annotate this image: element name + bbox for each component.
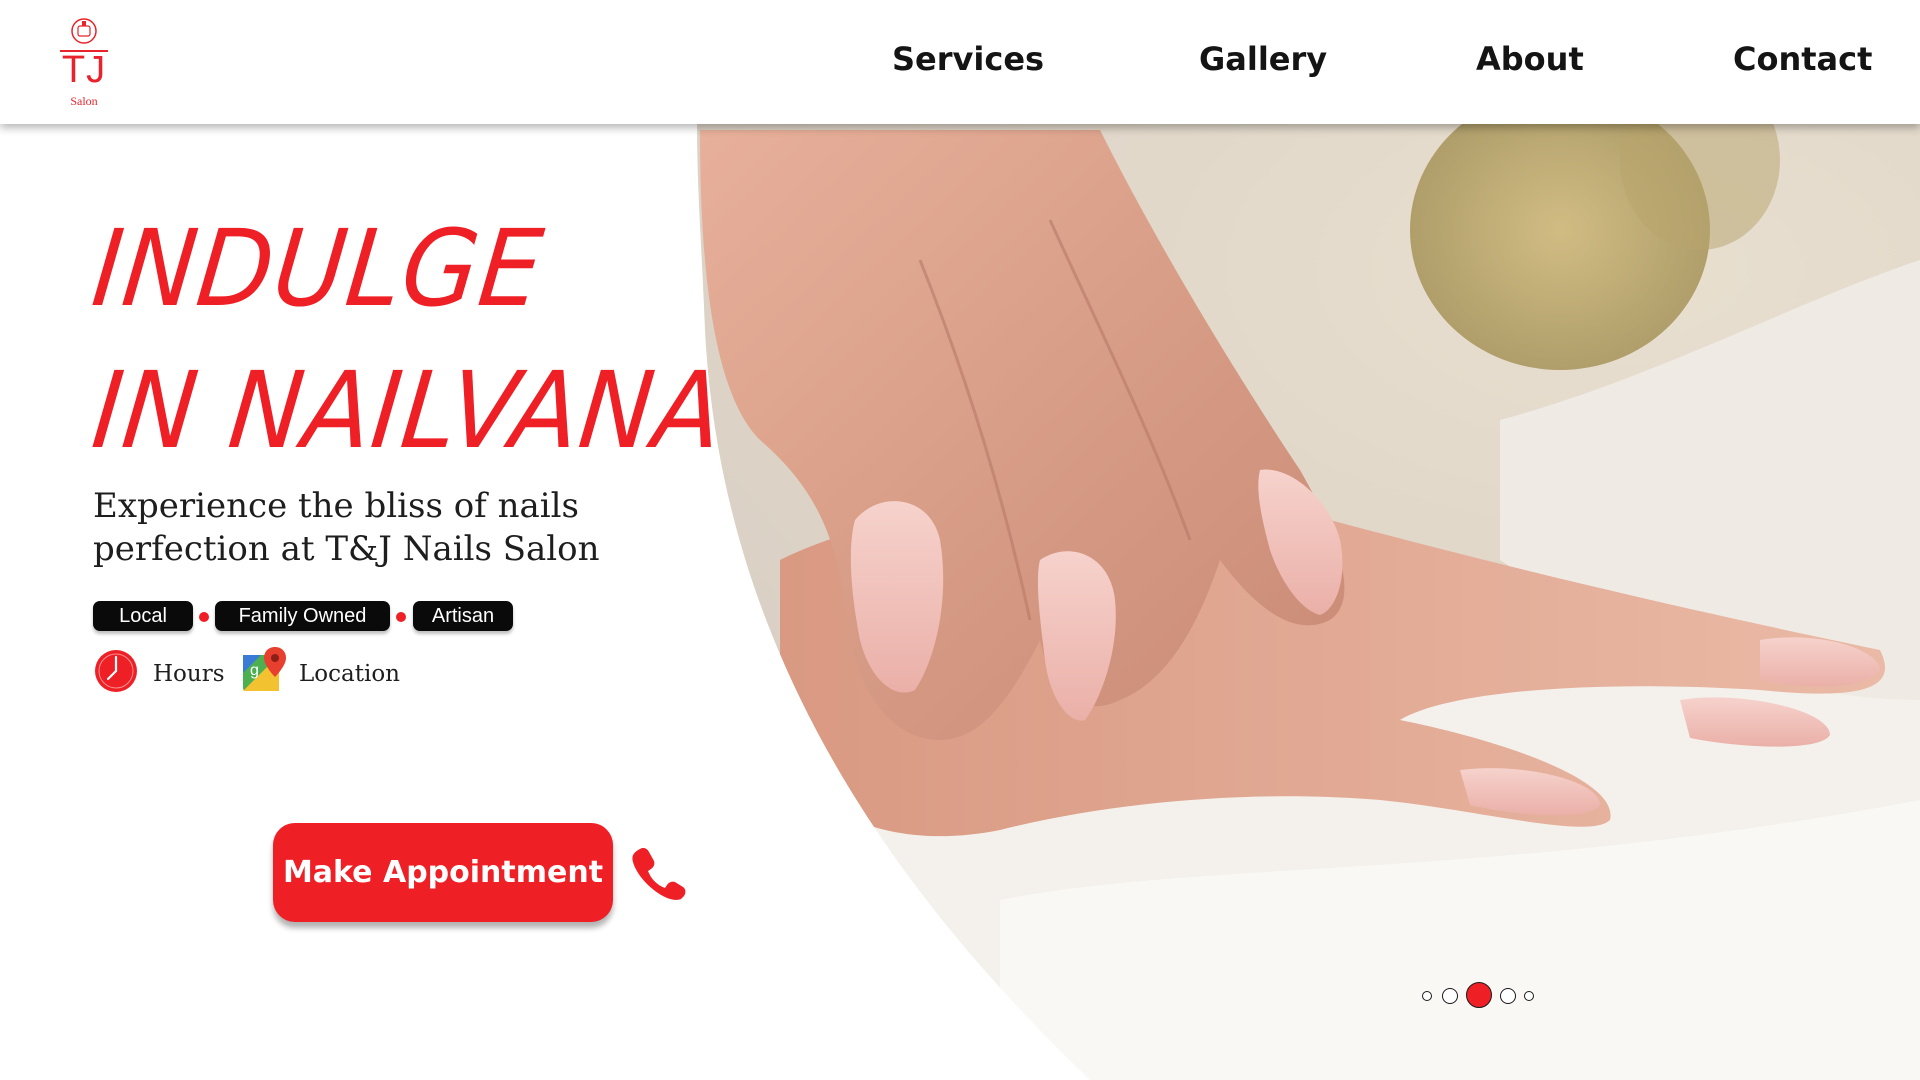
badge-separator-dot: [396, 612, 406, 622]
salon-logo[interactable]: TJ Salon: [56, 16, 112, 110]
hours-label: Hours: [153, 661, 225, 687]
carousel-dot-3-active[interactable]: [1466, 982, 1492, 1008]
svg-text:g: g: [250, 662, 259, 679]
location-label: Location: [299, 661, 400, 687]
hero-headline-line2: IN NAILVANA: [87, 350, 729, 474]
hero-headline-line1: INDULGE: [87, 208, 549, 332]
phone-icon[interactable]: [628, 843, 686, 901]
nav-contact-link[interactable]: Contact: [1733, 40, 1872, 78]
carousel-dot-4[interactable]: [1500, 988, 1516, 1004]
carousel-dot-2[interactable]: [1442, 988, 1458, 1004]
nail-polish-icon: [71, 18, 97, 44]
clock-icon: [95, 650, 137, 692]
nav-services-link[interactable]: Services: [892, 40, 1044, 78]
nav-gallery-link[interactable]: Gallery: [1199, 40, 1327, 78]
carousel-dot-5[interactable]: [1524, 991, 1534, 1001]
badge-artisan: Artisan: [413, 601, 513, 631]
hours-link[interactable]: Hours: [93, 649, 225, 693]
location-link[interactable]: g Location: [241, 645, 400, 693]
make-appointment-button[interactable]: Make Appointment: [273, 823, 613, 922]
logo-subtext: Salon: [70, 94, 98, 108]
badge-local: Local: [93, 601, 193, 631]
carousel-dot-1[interactable]: [1422, 991, 1432, 1001]
hero-tagline: Experience the bliss of nails perfection…: [93, 485, 653, 571]
badge-separator-dot: [199, 612, 209, 622]
top-navbar: TJ Salon Services Gallery About Contact: [0, 0, 1920, 124]
nav-about-link[interactable]: About: [1476, 40, 1584, 78]
tagline-line1: Experience the bliss of nails: [93, 486, 579, 526]
map-pin-icon: g: [243, 647, 286, 691]
badge-family-owned: Family Owned: [215, 601, 390, 631]
logo-text: TJ: [61, 49, 107, 91]
tagline-line2: perfection at T&J Nails Salon: [93, 529, 600, 569]
